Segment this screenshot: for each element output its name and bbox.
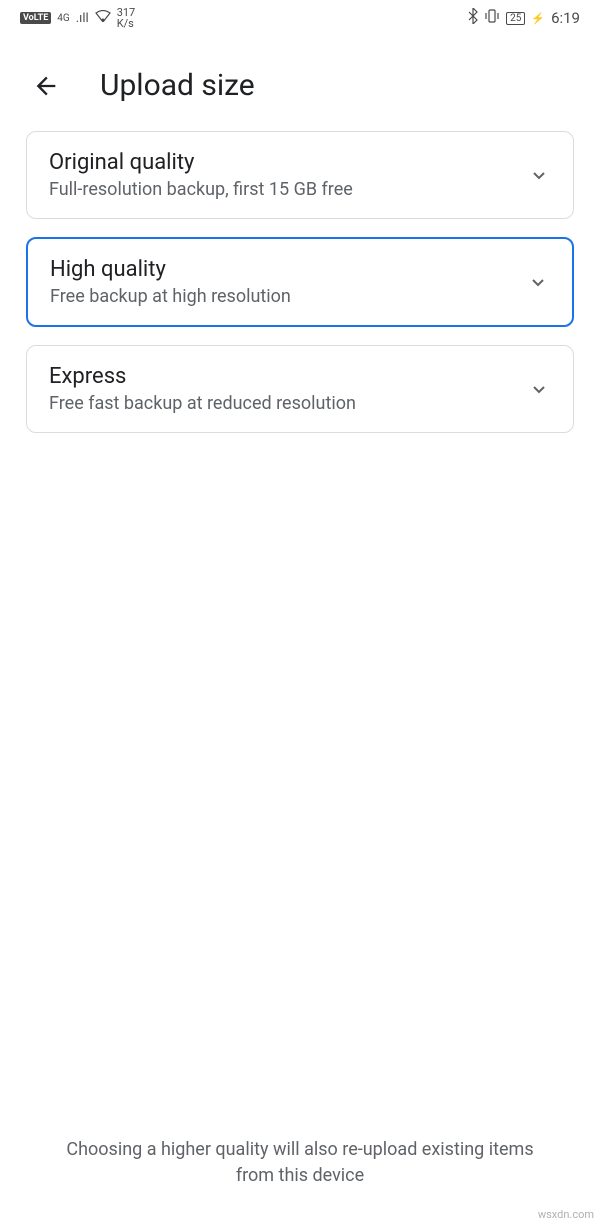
network-type: 4G — [57, 13, 69, 24]
option-express[interactable]: Express Free fast backup at reduced reso… — [26, 345, 574, 433]
option-text: High quality Free backup at high resolut… — [50, 257, 291, 307]
option-subtitle: Free fast backup at reduced resolution — [49, 393, 356, 414]
status-right: 25 ⚡ 6:19 — [468, 8, 580, 28]
option-title: Original quality — [49, 150, 353, 175]
option-subtitle: Free backup at high resolution — [50, 286, 291, 307]
chevron-down-icon — [527, 377, 551, 401]
chevron-down-icon — [527, 163, 551, 187]
battery-bolt-icon: ⚡ — [531, 12, 545, 25]
option-text: Express Free fast backup at reduced reso… — [49, 364, 356, 414]
page-title: Upload size — [100, 68, 255, 103]
option-text: Original quality Full-resolution backup,… — [49, 150, 353, 200]
option-title: Express — [49, 364, 356, 389]
net-speed: 317 K/s — [117, 7, 136, 29]
volte-badge: VoLTE — [20, 12, 51, 24]
option-title: High quality — [50, 257, 291, 282]
status-bar: VoLTE 4G .ıll 317 K/s 25 ⚡ 6:19 — [0, 0, 600, 32]
option-high-quality[interactable]: High quality Free backup at high resolut… — [26, 237, 574, 327]
battery-icon: 25 — [506, 12, 525, 25]
speed-unit: K/s — [117, 18, 136, 29]
options-list: Original quality Full-resolution backup,… — [0, 131, 600, 433]
footer-note: Choosing a higher quality will also re-u… — [0, 1137, 600, 1189]
back-arrow-icon[interactable] — [32, 72, 60, 100]
chevron-down-icon — [526, 270, 550, 294]
vibrate-icon — [484, 9, 500, 27]
header: Upload size — [0, 32, 600, 131]
wifi-icon — [95, 10, 111, 26]
option-subtitle: Full-resolution backup, first 15 GB free — [49, 179, 353, 200]
option-original-quality[interactable]: Original quality Full-resolution backup,… — [26, 131, 574, 219]
status-left: VoLTE 4G .ıll 317 K/s — [20, 7, 135, 29]
clock: 6:19 — [551, 9, 580, 27]
watermark: wsxdn.com — [538, 1208, 594, 1221]
signal-icon: .ıll — [76, 11, 89, 26]
bluetooth-icon — [468, 8, 478, 28]
